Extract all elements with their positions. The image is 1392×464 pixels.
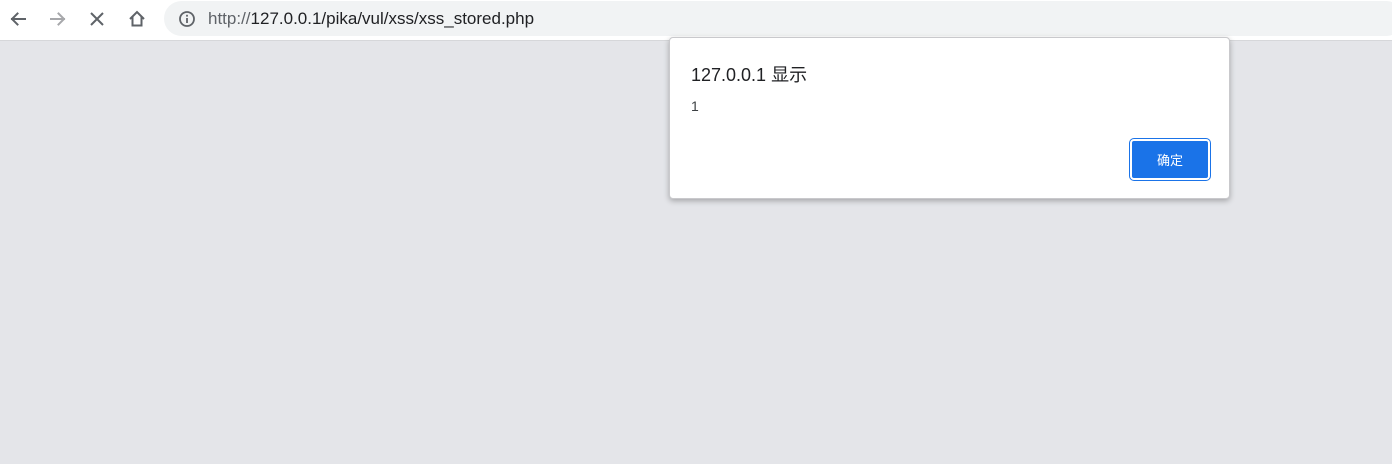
- home-icon: [129, 10, 145, 27]
- close-icon: [90, 12, 104, 26]
- url-host-path: 127.0.0.1/pika/vul/xss/xss_stored.php: [250, 9, 535, 28]
- dialog-title: 127.0.0.1 显示: [691, 65, 808, 85]
- url-scheme: http://: [208, 9, 251, 28]
- back-button[interactable]: [4, 5, 32, 33]
- home-button[interactable]: [123, 5, 151, 33]
- ok-button[interactable]: 确定: [1130, 139, 1210, 180]
- arrow-left-icon: [10, 12, 26, 26]
- arrow-right-icon: [50, 12, 66, 26]
- url-text[interactable]: http://127.0.0.1/pika/vul/xss/xss_stored…: [208, 9, 534, 29]
- address-bar[interactable]: http://127.0.0.1/pika/vul/xss/xss_stored…: [164, 1, 1392, 36]
- forward-button[interactable]: [44, 5, 72, 33]
- dialog-message: 1: [691, 98, 699, 114]
- alert-dialog: 127.0.0.1 显示 1 确定: [669, 37, 1230, 199]
- browser-toolbar: http://127.0.0.1/pika/vul/xss/xss_stored…: [0, 0, 1392, 41]
- stop-loading-button[interactable]: [83, 5, 111, 33]
- info-circle-icon[interactable]: [178, 10, 196, 28]
